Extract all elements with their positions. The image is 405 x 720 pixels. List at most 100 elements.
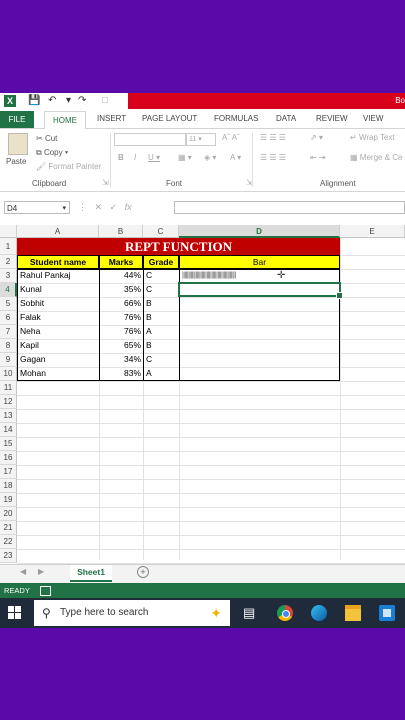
left-align-icon[interactable]: ☰ ☰ ☰ (260, 153, 286, 162)
cell-name[interactable]: Rahul Pankaj (17, 269, 99, 283)
tab-home[interactable]: HOME (44, 111, 86, 130)
bold-button[interactable]: B (118, 153, 124, 162)
tab-page-layout[interactable]: PAGE LAYOUT (142, 114, 197, 123)
cell-name[interactable]: Kunal (17, 283, 99, 297)
indent-icon[interactable]: ⇤ ⇥ (310, 153, 326, 162)
cell-name[interactable]: Sobhit (17, 297, 99, 311)
row-header-20[interactable]: 20 (0, 507, 17, 521)
column-header-c[interactable]: C (143, 225, 179, 238)
cell-grade[interactable]: A (143, 325, 179, 339)
column-header-a[interactable]: A (17, 225, 99, 238)
underline-button[interactable]: U ▾ (148, 153, 160, 162)
row-header-3[interactable]: 3 (0, 269, 17, 283)
row-header-11[interactable]: 11 (0, 381, 17, 395)
row-header-10[interactable]: 10 (0, 367, 17, 381)
cell-grade[interactable]: C (143, 269, 179, 283)
sheet-title[interactable]: REPT FUNCTION (17, 238, 340, 255)
header-student-name[interactable]: Student name (17, 255, 99, 269)
merge-center-button[interactable]: Merge & Ce (360, 153, 403, 162)
save-icon[interactable]: 💾 (28, 95, 40, 106)
row-header-13[interactable]: 13 (0, 409, 17, 423)
row-header-15[interactable]: 15 (0, 437, 17, 451)
row-header-9[interactable]: 9 (0, 353, 17, 367)
row-header-7[interactable]: 7 (0, 325, 17, 339)
wrap-text-button[interactable]: Wrap Text (359, 133, 395, 142)
cell-marks[interactable]: 76% (99, 311, 143, 325)
column-header-b[interactable]: B (99, 225, 143, 238)
cell-bar[interactable]: ||||||||||||||||||||||||||||||||||||||||… (179, 269, 340, 283)
column-header-e[interactable]: E (340, 225, 405, 238)
row-header-19[interactable]: 19 (0, 493, 17, 507)
task-view-icon[interactable]: ▤ (243, 605, 259, 621)
cell-bar[interactable] (179, 297, 340, 311)
tab-review[interactable]: REVIEW (316, 114, 348, 123)
column-header-d[interactable]: D (179, 225, 340, 238)
enter-icon[interactable]: ✓ (110, 202, 118, 212)
name-box[interactable]: D4 ▾ (4, 201, 70, 214)
quick-access-icon[interactable]: □ (102, 95, 108, 106)
scroll-left-icon[interactable]: ◀ (20, 567, 26, 576)
sheet-tab-sheet1[interactable]: Sheet1 (70, 565, 112, 582)
row-header-21[interactable]: 21 (0, 521, 17, 535)
macro-record-icon[interactable] (40, 586, 51, 596)
row-header-12[interactable]: 12 (0, 395, 17, 409)
clipboard-launcher-icon[interactable]: ⇲ (102, 178, 109, 187)
font-color-icon[interactable]: A ▾ (230, 153, 241, 162)
copy-button[interactable]: Copy (44, 148, 63, 157)
cut-button[interactable]: Cut (45, 134, 57, 143)
cell-name[interactable]: Gagan (17, 353, 99, 367)
cell-marks[interactable]: 44% (99, 269, 143, 283)
select-all-corner[interactable] (0, 225, 17, 238)
tab-formulas[interactable]: FORMULAS (214, 114, 258, 123)
cell-name[interactable]: Kapil (17, 339, 99, 353)
cell-marks[interactable]: 35% (99, 283, 143, 297)
row-header-14[interactable]: 14 (0, 423, 17, 437)
undo-dropdown-icon[interactable]: ▾ (66, 95, 71, 106)
cell-grade[interactable]: B (143, 297, 179, 311)
cell-bar[interactable] (179, 325, 340, 339)
taskbar-search-box[interactable]: ⚲ Type here to search ✦ (34, 600, 230, 626)
cell-bar[interactable] (179, 367, 340, 381)
cell-marks[interactable]: 34% (99, 353, 143, 367)
row-header-5[interactable]: 5 (0, 297, 17, 311)
cell-grade[interactable]: C (143, 283, 179, 297)
italic-button[interactable]: I (134, 153, 136, 162)
header-marks[interactable]: Marks (99, 255, 143, 269)
tab-view[interactable]: VIEW (363, 114, 383, 123)
paste-icon[interactable] (8, 133, 28, 155)
cell-name[interactable]: Neha (17, 325, 99, 339)
header-grade[interactable]: Grade (143, 255, 179, 269)
file-explorer-icon[interactable] (345, 605, 361, 621)
orientation-icon[interactable]: ⇗ ▾ (310, 133, 323, 142)
cell-marks[interactable]: 83% (99, 367, 143, 381)
cell-grade[interactable]: B (143, 311, 179, 325)
cell-marks[interactable]: 65% (99, 339, 143, 353)
cell-grade[interactable]: C (143, 353, 179, 367)
worksheet-grid[interactable]: REPT FUNCTION Student name Marks Grade B… (17, 238, 405, 564)
undo-icon[interactable]: ↶ (48, 95, 56, 106)
format-painter-button[interactable]: Format Painter (48, 162, 101, 171)
row-header-23[interactable]: 23 (0, 549, 17, 563)
active-cell-d4[interactable] (178, 282, 343, 299)
row-header-8[interactable]: 8 (0, 339, 17, 353)
cancel-icon[interactable]: ✕ (95, 202, 103, 212)
cell-bar[interactable] (179, 353, 340, 367)
font-size-box[interactable]: 11 ▾ (186, 133, 216, 146)
row-header-6[interactable]: 6 (0, 311, 17, 325)
cell-grade[interactable]: A (143, 367, 179, 381)
cell-marks[interactable]: 66% (99, 297, 143, 311)
row-header-2[interactable]: 2 (0, 255, 17, 269)
increase-font-icon[interactable]: Aˆ Aˇ (222, 133, 240, 142)
font-name-box[interactable] (114, 133, 186, 146)
cell-marks[interactable]: 76% (99, 325, 143, 339)
tab-file[interactable]: FILE (0, 111, 34, 128)
fill-color-icon[interactable]: ◈ ▾ (204, 153, 216, 162)
formula-input[interactable] (174, 201, 405, 214)
scroll-right-icon[interactable]: ▶ (38, 567, 44, 576)
paste-button[interactable]: Paste (6, 157, 26, 166)
windows-start-icon[interactable] (8, 606, 22, 620)
edge-icon[interactable] (311, 605, 327, 621)
redo-icon[interactable]: ↷ (78, 95, 86, 106)
chrome-icon[interactable] (277, 605, 293, 621)
row-header-4[interactable]: 4 (0, 283, 17, 297)
